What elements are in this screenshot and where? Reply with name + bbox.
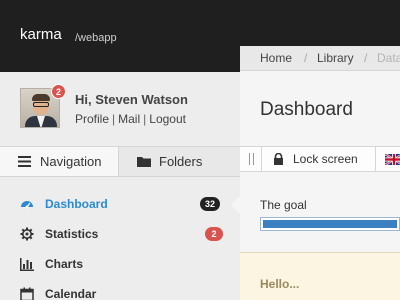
breadcrumb-separator: / [304,51,308,65]
main-content: Home / Library / Data Dashboard Lock scr… [240,46,400,300]
goal-progress-fill [263,220,397,228]
lock-screen-label: Lock screen [293,152,358,166]
tab-navigation[interactable]: Navigation [0,147,119,176]
tab-folders[interactable]: Folders [119,147,240,176]
uk-flag-icon[interactable] [385,154,400,165]
avatar-glasses [33,102,49,107]
breadcrumb-library[interactable]: Library [317,46,354,70]
breadcrumb-data[interactable]: Data [377,46,400,70]
tab-label: Folders [159,154,203,169]
breadcrumb-home[interactable]: Home [260,46,292,70]
brand-subtitle: /webapp [75,32,117,44]
sidebar-item-charts[interactable]: Charts [0,249,240,279]
count-badge: 32 [200,197,220,211]
nav-label: Dashboard [45,197,108,211]
user-links: Profile | Mail | Logout [75,112,186,126]
breadcrumb-separator: / [364,51,368,65]
folder-icon [137,157,151,167]
hello-text: Hello... [260,277,300,291]
sidebar-item-calendar[interactable]: Calendar [0,279,240,300]
nav-label: Calendar [45,287,97,300]
nav-label: Charts [45,257,84,271]
menu-icon [18,156,31,167]
bar-chart-icon [20,258,34,271]
sidebar: 2 Hi, Steven Watson Profile | Mail | Logout … [0,72,240,300]
calendar-icon [20,287,34,300]
link-separator: | [143,112,147,126]
sidebar-item-statistics[interactable]: Statistics 2 [0,219,240,249]
breadcrumb: Home / Library / Data [240,46,400,71]
lock-screen-button[interactable]: Lock screen [262,147,375,171]
count-badge: 2 [205,227,223,241]
mail-link[interactable]: Mail [118,112,140,126]
sidebar-tabs: Navigation Folders [0,146,240,177]
toolbar: Lock screen [240,146,400,172]
active-pointer [231,196,240,214]
dashboard-icon [21,201,33,209]
goal-label: The goal [260,198,307,212]
toolbar-divider [375,147,376,171]
avatar-hair [32,94,50,101]
sidebar-item-dashboard[interactable]: Dashboard 32 [0,189,240,219]
link-separator: | [112,112,116,126]
user-greeting: Hi, Steven Watson [75,92,188,107]
gear-icon [20,227,34,241]
brand-logo[interactable]: karma [20,26,62,43]
notification-badge[interactable]: 2 [51,84,66,99]
tab-label: Navigation [40,154,102,169]
page-title: Dashboard [260,99,353,120]
hello-panel: Hello... [240,252,400,300]
profile-link[interactable]: Profile [75,112,109,126]
logout-link[interactable]: Logout [149,112,186,126]
goal-progress-bar [260,217,400,231]
nav-label: Statistics [45,227,99,241]
lock-icon [274,153,283,165]
drag-handle-icon[interactable] [249,153,254,165]
